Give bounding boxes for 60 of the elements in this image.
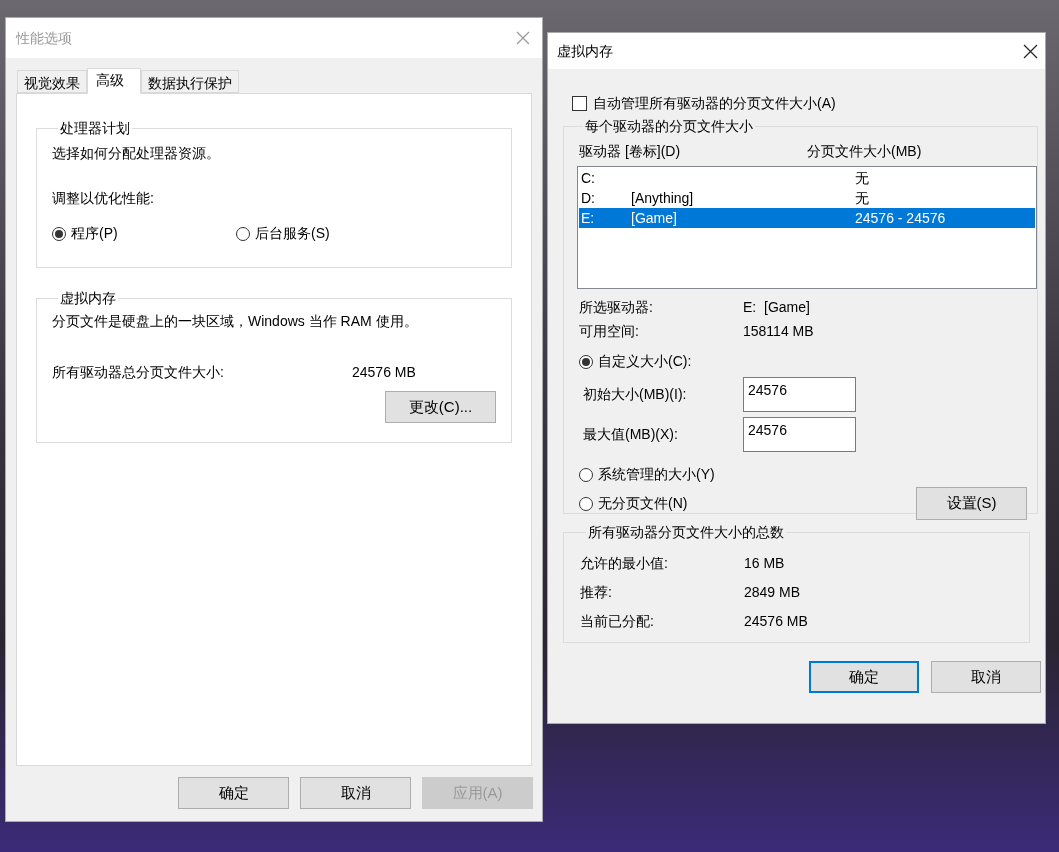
radio-label[interactable]: 程序(P)	[71, 223, 118, 244]
size-value: 无	[855, 188, 869, 208]
dialog-button[interactable]: 取消	[931, 661, 1041, 693]
radio-button[interactable]	[236, 226, 250, 241]
prompt-text: 调整以优化性能:	[52, 189, 155, 208]
size-value: 无	[855, 168, 869, 188]
drive-letter: E:	[581, 208, 596, 228]
volume-label: [Game]	[631, 209, 677, 226]
total-value: 16 MB	[744, 554, 785, 573]
window-title: 性能选项	[16, 28, 72, 48]
total-value: 2849 MB	[744, 583, 801, 602]
radio-button[interactable]	[579, 467, 593, 482]
field-label: 初始大小(MB)(I):	[582, 385, 688, 404]
drive-letter: C:	[581, 168, 596, 188]
drive-letter: D:	[581, 188, 596, 208]
info-label: 可用空间:	[579, 322, 640, 341]
field-value: 24576 MB	[352, 363, 416, 382]
radio-button[interactable]	[579, 496, 593, 511]
description-text: 分页文件是硬盘上的一块区域，Windows 当作 RAM 使用。	[52, 312, 419, 331]
column-header: 分页文件大小(MB)	[807, 142, 922, 161]
change-button[interactable]: 更改(C)...	[385, 391, 496, 423]
info-value: E: [Game]	[743, 298, 810, 317]
info-value: 158114 MB	[743, 322, 814, 341]
field-label: 最大值(MB)(X):	[582, 425, 679, 444]
dialog-button[interactable]: 确定	[809, 661, 919, 693]
window-title: 虚拟内存	[557, 41, 613, 61]
close-icon[interactable]	[1023, 43, 1038, 59]
info-label: 所选驱动器:	[579, 298, 654, 317]
input-field[interactable]: 24576	[743, 417, 856, 452]
size-value: 24576 - 24576	[855, 208, 946, 228]
group-title: 处理器计划	[59, 119, 131, 138]
drive-row[interactable]: E: [Game] 24576 - 24576	[579, 208, 1035, 228]
radio-label[interactable]: 自定义大小(C):	[598, 351, 692, 372]
description-text: 选择如何分配处理器资源。	[52, 144, 221, 163]
tab[interactable]: 视觉效果	[17, 70, 87, 93]
checkbox[interactable]	[572, 96, 587, 111]
dialog-button[interactable]: 确定	[178, 777, 289, 809]
drive-row[interactable]: D: [Anything] 无	[579, 188, 1035, 208]
group-title: 所有驱动器分页文件大小的总数	[587, 523, 785, 542]
drive-row[interactable]: C: 无	[579, 168, 1035, 188]
total-label: 推荐:	[580, 583, 613, 602]
dialog-button[interactable]: 取消	[300, 777, 411, 809]
volume-label: [Anything]	[631, 189, 694, 206]
radio-button[interactable]	[579, 354, 593, 369]
field-label: 所有驱动器总分页文件大小:	[52, 363, 225, 382]
radio-label[interactable]: 系统管理的大小(Y)	[598, 464, 715, 485]
radio-button[interactable]	[52, 226, 66, 241]
checkbox-label[interactable]: 自动管理所有驱动器的分页文件大小(A)	[593, 93, 836, 114]
set-button[interactable]: 设置(S)	[916, 487, 1027, 520]
group-title: 每个驱动器的分页文件大小	[584, 117, 754, 136]
group-title: 虚拟内存	[59, 289, 117, 308]
total-label: 当前已分配:	[580, 612, 655, 631]
tab[interactable]: 高级	[87, 68, 141, 94]
column-header: 驱动器 [卷标](D)	[578, 142, 682, 161]
total-value: 24576 MB	[744, 612, 808, 631]
radio-label[interactable]: 后台服务(S)	[255, 223, 330, 244]
total-label: 允许的最小值:	[580, 554, 669, 573]
tab[interactable]: 数据执行保护	[141, 70, 239, 93]
input-field[interactable]: 24576	[743, 377, 856, 412]
radio-label[interactable]: 无分页文件(N)	[598, 493, 688, 514]
